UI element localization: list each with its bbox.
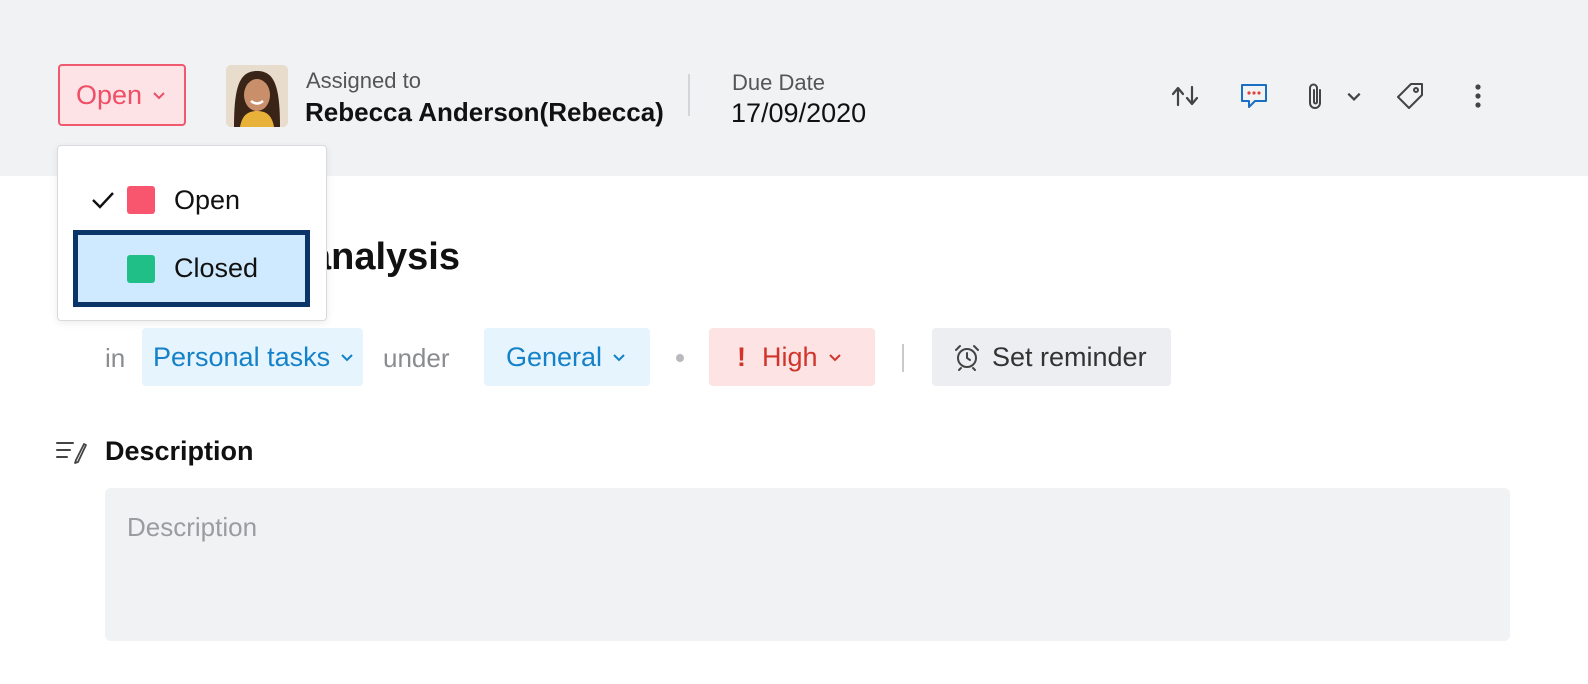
category-selector[interactable]: General: [484, 328, 650, 386]
meta-divider: [902, 344, 904, 372]
set-reminder-label: Set reminder: [992, 341, 1147, 372]
assigned-to-label: Assigned to: [306, 68, 421, 93]
check-icon: [92, 192, 114, 209]
priority-label: High: [762, 341, 818, 372]
task-title[interactable]: analysis: [310, 236, 460, 279]
avatar[interactable]: [226, 65, 288, 127]
chevron-down-icon: [153, 92, 165, 100]
priority-selector[interactable]: ! High: [709, 328, 875, 386]
comment-icon[interactable]: [1238, 80, 1270, 112]
chevron-down-icon: [613, 354, 625, 362]
status-option-closed[interactable]: Closed: [73, 230, 310, 307]
header-divider: [688, 74, 690, 116]
status-label: Open: [76, 79, 143, 110]
category-label: General: [506, 341, 603, 372]
in-label: in: [105, 343, 126, 373]
status-color-swatch: [127, 186, 155, 214]
chevron-down-icon: [341, 354, 353, 362]
attachment-menu-chevron-icon[interactable]: [1338, 80, 1370, 112]
status-dropdown-button[interactable]: Open: [58, 64, 186, 126]
repeat-icon[interactable]: [1169, 80, 1201, 112]
status-color-swatch: [127, 254, 155, 283]
status-dropdown-menu: Open Closed: [57, 145, 327, 321]
due-date-value[interactable]: 17/09/2020: [731, 98, 866, 129]
list-label: Personal tasks: [153, 341, 331, 372]
tag-icon[interactable]: [1394, 80, 1426, 112]
chevron-down-icon: [828, 354, 841, 362]
assignee-name[interactable]: Rebecca Anderson(Rebecca): [305, 97, 664, 128]
priority-exclamation-icon: !: [737, 341, 746, 372]
list-selector[interactable]: Personal tasks: [142, 328, 363, 386]
status-option-label: Closed: [174, 253, 259, 283]
status-option-label: Open: [174, 184, 241, 215]
under-label: under: [383, 343, 450, 373]
more-vertical-icon[interactable]: [1462, 80, 1494, 112]
status-option-open[interactable]: Open: [58, 170, 326, 230]
description-input[interactable]: [105, 488, 1510, 641]
separator-dot: [676, 354, 684, 362]
description-edit-icon: [56, 440, 88, 466]
due-date-label: Due Date: [732, 70, 825, 95]
description-heading: Description: [105, 436, 254, 466]
alarm-clock-icon: [955, 345, 979, 371]
set-reminder-button[interactable]: Set reminder: [932, 328, 1171, 386]
attachment-icon[interactable]: [1300, 80, 1332, 112]
